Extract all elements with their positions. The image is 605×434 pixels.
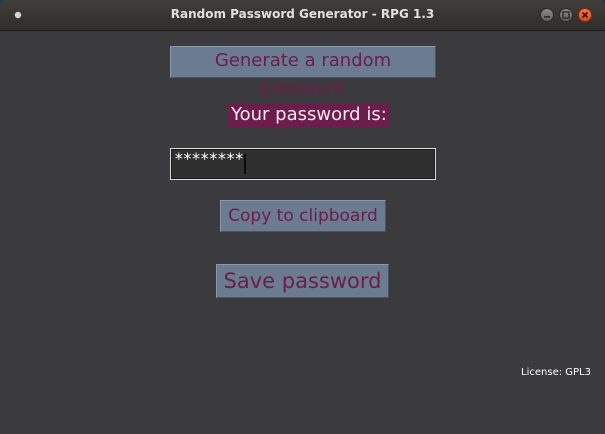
title-bar[interactable]: Random Password Generator - RPG 1.3 bbox=[0, 0, 605, 31]
password-value: ******** bbox=[174, 149, 244, 168]
save-password-button[interactable]: Save password bbox=[216, 264, 389, 298]
generate-password-button[interactable]: Generate a random password bbox=[170, 46, 436, 99]
close-icon bbox=[579, 9, 591, 21]
maximize-icon bbox=[560, 9, 572, 21]
minimize-button[interactable] bbox=[540, 8, 554, 22]
app-window: Random Password Generator - RPG 1.3 Gene… bbox=[0, 0, 605, 434]
text-caret bbox=[244, 154, 247, 174]
close-button[interactable] bbox=[578, 8, 592, 22]
copy-to-clipboard-button[interactable]: Copy to clipboard bbox=[220, 200, 386, 232]
password-field[interactable]: ******** bbox=[170, 148, 436, 180]
window-title: Random Password Generator - RPG 1.3 bbox=[170, 7, 435, 21]
main-panel: Generate a random password Your password… bbox=[0, 31, 605, 434]
license-label: License: GPL3 bbox=[521, 367, 591, 378]
your-password-label: Your password is: bbox=[228, 103, 390, 127]
maximize-button[interactable] bbox=[559, 8, 573, 22]
minimize-icon bbox=[541, 9, 553, 21]
